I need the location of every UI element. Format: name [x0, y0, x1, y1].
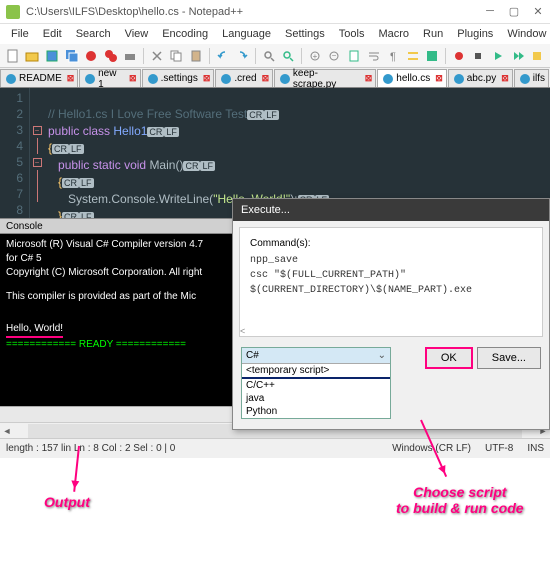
- menu-file[interactable]: File: [4, 26, 36, 42]
- command-line: $(CURRENT_DIRECTORY)\$(NAME_PART).exe: [250, 285, 532, 296]
- menu-search[interactable]: Search: [69, 26, 118, 42]
- line-gutter: 12345678: [0, 88, 30, 218]
- menu-macro[interactable]: Macro: [371, 26, 416, 42]
- menu-run[interactable]: Run: [416, 26, 450, 42]
- show-chars-icon[interactable]: ¶: [384, 47, 402, 65]
- redo-icon[interactable]: [233, 47, 251, 65]
- menu-bar: File Edit Search View Encoding Language …: [0, 24, 550, 44]
- menu-plugins[interactable]: Plugins: [450, 26, 500, 42]
- maximize-button[interactable]: ▢: [508, 5, 520, 18]
- console-hello-output: Hello, World!: [6, 322, 63, 338]
- dialog-commands-area[interactable]: Command(s): npp_save csc "$(FULL_CURRENT…: [239, 227, 543, 337]
- macro-play-multi-icon[interactable]: [509, 47, 527, 65]
- menu-tools[interactable]: Tools: [332, 26, 372, 42]
- close-all-icon[interactable]: [102, 47, 120, 65]
- save-icon[interactable]: [43, 47, 61, 65]
- close-file-icon[interactable]: [82, 47, 100, 65]
- window-title: C:\Users\ILFS\Desktop\hello.cs - Notepad…: [26, 6, 484, 18]
- toolbar: + − ¶: [0, 44, 550, 68]
- zoom-out-icon[interactable]: −: [326, 47, 344, 65]
- minimize-button[interactable]: ─: [484, 5, 496, 18]
- script-option[interactable]: java: [242, 392, 390, 405]
- menu-window[interactable]: Window: [500, 26, 550, 42]
- status-encoding: UTF-8: [485, 443, 513, 454]
- indent-guide-icon[interactable]: [404, 47, 422, 65]
- status-eol: Windows (CR LF): [392, 443, 471, 454]
- menu-settings[interactable]: Settings: [278, 26, 332, 42]
- command-line: npp_save: [250, 255, 532, 266]
- command-line: csc "$(FULL_CURRENT_PATH)": [250, 270, 532, 281]
- status-ins: INS: [527, 443, 544, 454]
- paste-icon[interactable]: [187, 47, 205, 65]
- chevron-down-icon[interactable]: ⌄: [378, 350, 386, 361]
- open-file-icon[interactable]: [24, 47, 42, 65]
- wrap-icon[interactable]: [365, 47, 383, 65]
- macro-save-icon[interactable]: [528, 47, 546, 65]
- status-length: length : 157 lin Ln : 8 Col : 2 Sel : 0 …: [6, 443, 175, 454]
- svg-text:¶: ¶: [390, 51, 396, 63]
- script-select-value: C#: [246, 350, 259, 361]
- tab-new1[interactable]: new 1⊠: [79, 69, 140, 87]
- menu-view[interactable]: View: [118, 26, 156, 42]
- svg-text:+: +: [312, 52, 317, 61]
- ok-button[interactable]: OK: [425, 347, 473, 369]
- macro-play-icon[interactable]: [489, 47, 507, 65]
- print-icon[interactable]: [121, 47, 139, 65]
- menu-edit[interactable]: Edit: [36, 26, 69, 42]
- tab-readme[interactable]: README⊠: [0, 69, 78, 87]
- lang-icon[interactable]: [424, 47, 442, 65]
- tab-keep-scrape[interactable]: keep-scrape.py⊠: [274, 69, 376, 87]
- close-button[interactable]: ✕: [532, 5, 544, 18]
- macro-record-icon[interactable]: [450, 47, 468, 65]
- script-option[interactable]: C/C++: [242, 379, 390, 392]
- title-bar: C:\Users\ILFS\Desktop\hello.cs - Notepad…: [0, 0, 550, 24]
- fold-gutter[interactable]: − −: [30, 88, 44, 218]
- script-option[interactable]: Python: [242, 405, 390, 418]
- annotation-choose: Choose script to build & run code: [396, 484, 524, 516]
- dialog-title[interactable]: Execute...: [233, 199, 549, 221]
- undo-icon[interactable]: [214, 47, 232, 65]
- status-bar: length : 157 lin Ln : 8 Col : 2 Sel : 0 …: [0, 438, 550, 458]
- tab-ilfs[interactable]: ilfs: [514, 69, 549, 87]
- script-select[interactable]: C# ⌄ <temporary script> C/C++ java Pytho…: [241, 347, 391, 419]
- zoom-in-icon[interactable]: +: [306, 47, 324, 65]
- tab-cred[interactable]: .cred⊠: [215, 69, 273, 87]
- tab-hello-cs[interactable]: hello.cs⊠: [377, 69, 446, 87]
- save-all-icon[interactable]: [63, 47, 81, 65]
- replace-icon[interactable]: [279, 47, 297, 65]
- execute-dialog: Execute... Command(s): npp_save csc "$(F…: [232, 198, 550, 430]
- editor-tabs: README⊠ new 1⊠ .settings⊠ .cred⊠ keep-sc…: [0, 68, 550, 88]
- sync-v-icon[interactable]: [345, 47, 363, 65]
- menu-language[interactable]: Language: [215, 26, 278, 42]
- find-icon[interactable]: [260, 47, 278, 65]
- script-option[interactable]: <temporary script>: [242, 364, 390, 377]
- app-icon: [6, 5, 20, 19]
- tab-abc-py[interactable]: abc.py⊠: [448, 69, 513, 87]
- cut-icon[interactable]: [148, 47, 166, 65]
- scroll-left-icon[interactable]: ◄: [0, 426, 14, 436]
- scroll-left-icon[interactable]: <: [240, 326, 245, 336]
- copy-icon[interactable]: [168, 47, 186, 65]
- new-file-icon[interactable]: [4, 47, 22, 65]
- svg-text:−: −: [332, 51, 337, 60]
- menu-encoding[interactable]: Encoding: [155, 26, 215, 42]
- annotation-output: Output: [44, 494, 90, 510]
- commands-label: Command(s):: [250, 238, 532, 249]
- tab-settings[interactable]: .settings⊠: [142, 69, 215, 87]
- save-button[interactable]: Save...: [477, 347, 541, 369]
- macro-stop-icon[interactable]: [470, 47, 488, 65]
